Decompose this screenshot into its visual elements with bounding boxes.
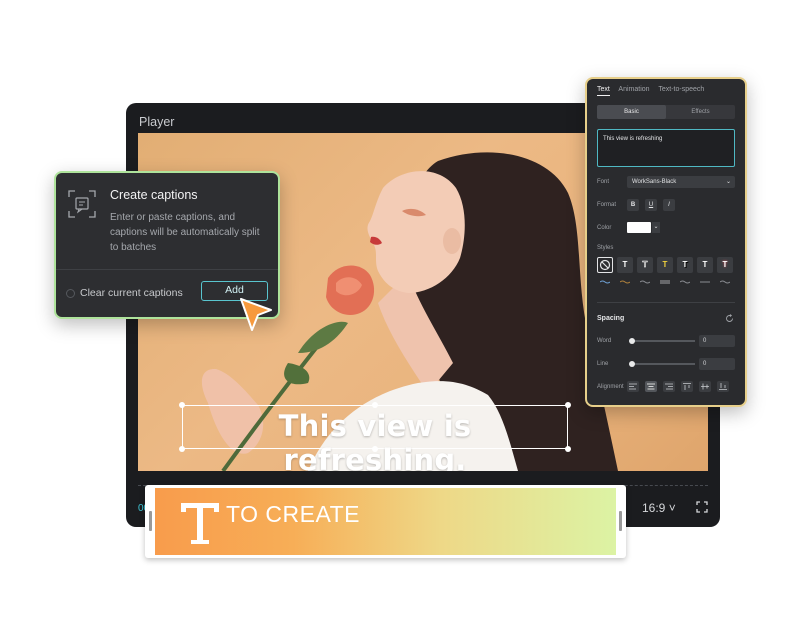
wave-style-icon[interactable] <box>700 280 710 284</box>
resize-handle[interactable] <box>565 402 571 408</box>
clear-captions-label[interactable]: Clear current captions <box>80 287 183 299</box>
caption-selection-box[interactable]: This view is refreshing. <box>179 402 571 471</box>
aspect-ratio-select[interactable]: 16:9 ˅ <box>642 501 676 515</box>
caption-text[interactable]: This view is refreshing. <box>183 409 567 471</box>
word-label: Word <box>597 338 612 344</box>
wave-style-icon[interactable] <box>660 280 670 284</box>
segment-basic[interactable]: Basic <box>597 105 666 119</box>
clip-trim-handle-left[interactable] <box>149 511 152 531</box>
text-tool-icon <box>181 503 219 544</box>
wave-style-icon[interactable] <box>680 280 690 284</box>
text-panel-tabs: Text Animation Text-to-speech <box>597 86 711 96</box>
style-preset-glow[interactable]: T <box>717 257 733 273</box>
align-bottom-icon <box>719 383 727 390</box>
align-center-icon <box>647 383 655 390</box>
style-preset-shadow[interactable]: T <box>677 257 693 273</box>
underline-button[interactable]: U <box>645 199 657 211</box>
font-label: Font <box>597 179 610 185</box>
style-preset-white[interactable]: T <box>617 257 633 273</box>
reset-icon[interactable] <box>725 314 734 323</box>
text-clip-body[interactable]: TO CREATE <box>155 488 616 555</box>
spacing-title: Spacing <box>597 315 625 322</box>
align-center-button[interactable] <box>645 381 657 392</box>
chevron-down-icon[interactable]: ⌄ <box>652 222 660 233</box>
basic-effects-toggle: Basic Effects <box>597 105 735 119</box>
alignment-label: Alignment <box>597 384 624 390</box>
chevron-down-icon: ⌄ <box>725 179 731 185</box>
align-top-icon <box>683 383 691 390</box>
style-preset-plain[interactable]: T <box>697 257 713 273</box>
bold-button[interactable]: B <box>627 199 639 211</box>
word-spacing-input[interactable]: 0 <box>699 335 735 347</box>
tab-animation[interactable]: Animation <box>618 86 649 93</box>
align-bottom-button[interactable] <box>717 381 729 392</box>
word-spacing-slider[interactable] <box>631 340 695 342</box>
line-spacing-input[interactable]: 0 <box>699 358 735 370</box>
resize-handle[interactable] <box>372 402 378 408</box>
wave-style-icon[interactable] <box>600 280 610 284</box>
clip-trim-handle-right[interactable] <box>619 511 622 531</box>
align-middle-button[interactable] <box>699 381 711 392</box>
text-clip-strip[interactable]: TO CREATE <box>145 485 626 558</box>
align-right-icon <box>665 383 673 390</box>
resize-handle[interactable] <box>179 402 185 408</box>
fullscreen-icon[interactable] <box>696 501 708 513</box>
player-title: Player <box>139 115 175 129</box>
no-style-icon <box>599 259 611 271</box>
tab-text[interactable]: Text <box>597 86 610 96</box>
line-label: Line <box>597 361 609 367</box>
word-spacing-knob[interactable] <box>629 338 635 344</box>
cursor-arrow-icon <box>240 298 272 331</box>
color-label: Color <box>597 225 612 231</box>
segment-effects[interactable]: Effects <box>666 105 735 119</box>
create-captions-description: Enter or paste captions, and captions wi… <box>110 212 260 253</box>
align-top-button[interactable] <box>681 381 693 392</box>
align-left-button[interactable] <box>627 381 639 392</box>
line-spacing-knob[interactable] <box>629 361 635 367</box>
styles-label: Styles <box>597 245 614 251</box>
style-preset-outline[interactable]: T <box>637 257 653 273</box>
line-spacing-slider[interactable] <box>631 363 695 365</box>
style-none[interactable] <box>597 257 613 273</box>
caption-text-input[interactable]: This view is refreshing <box>597 129 735 167</box>
create-captions-title: Create captions <box>110 188 198 202</box>
format-label: Format <box>597 202 617 208</box>
wave-style-icon[interactable] <box>620 280 630 284</box>
captions-icon <box>68 190 96 218</box>
align-right-button[interactable] <box>663 381 675 392</box>
wave-style-icon[interactable] <box>720 280 730 284</box>
wave-style-icon[interactable] <box>640 280 650 284</box>
align-middle-icon <box>701 383 709 390</box>
text-properties-panel: Text Animation Text-to-speech Basic Effe… <box>585 77 747 407</box>
divider <box>56 269 278 270</box>
divider <box>597 302 735 303</box>
text-clip-label: TO CREATE <box>226 501 360 527</box>
tab-text-to-speech[interactable]: Text-to-speech <box>658 86 704 93</box>
align-left-icon <box>629 383 637 390</box>
font-select[interactable]: WorkSans-Black ⌄ <box>627 176 735 188</box>
clear-captions-radio[interactable] <box>66 289 75 298</box>
italic-button[interactable]: I <box>663 199 675 211</box>
font-select-value: WorkSans-Black <box>632 179 677 185</box>
style-preset-yellow[interactable]: T <box>657 257 673 273</box>
color-swatch[interactable] <box>627 222 651 233</box>
